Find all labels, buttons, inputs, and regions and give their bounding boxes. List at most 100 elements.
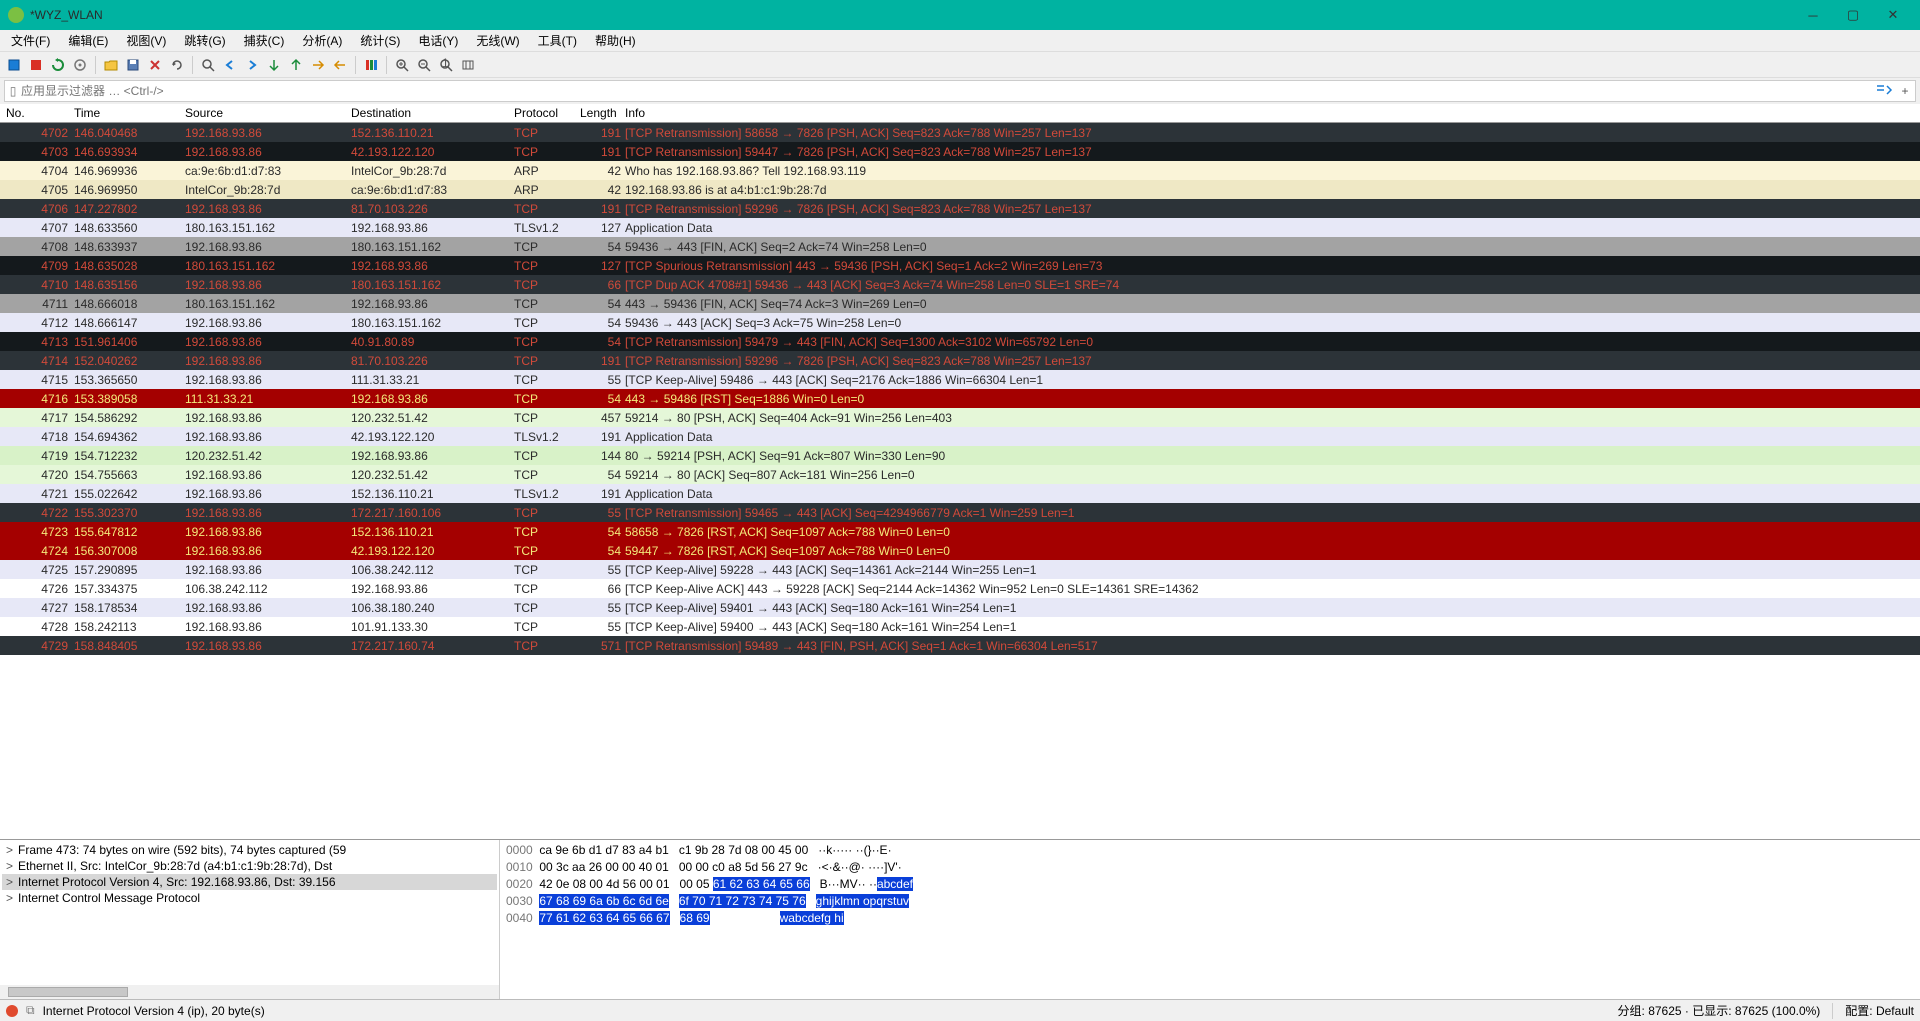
zoom-out-icon[interactable] (414, 55, 434, 75)
packet-row[interactable]: 4705146.969950IntelCor_9b:28:7dca:9e:6b:… (0, 180, 1920, 199)
col-header-source[interactable]: Source (185, 106, 351, 120)
stop-capture-icon[interactable] (26, 55, 46, 75)
titlebar: *WYZ_WLAN ─ ▢ ✕ (0, 0, 1920, 30)
expert-info-icon[interactable] (6, 1005, 18, 1017)
tree-line: >Internet Control Message Protocol (2, 890, 497, 906)
packet-row[interactable]: 4724156.307008192.168.93.8642.193.122.12… (0, 541, 1920, 560)
tree-line: >Frame 473: 74 bytes on wire (592 bits),… (2, 842, 497, 858)
close-button[interactable]: ✕ (1886, 8, 1900, 22)
packet-row[interactable]: 4707148.633560180.163.151.162192.168.93.… (0, 218, 1920, 237)
col-header-dest[interactable]: Destination (351, 106, 514, 120)
packet-row[interactable]: 4716153.389058111.31.33.21192.168.93.86T… (0, 389, 1920, 408)
packet-row[interactable]: 4723155.647812192.168.93.86152.136.110.2… (0, 522, 1920, 541)
packet-details-tree[interactable]: >Frame 473: 74 bytes on wire (592 bits),… (0, 840, 500, 999)
packet-row[interactable]: 4711148.666018180.163.151.162192.168.93.… (0, 294, 1920, 313)
tree-line: >Ethernet II, Src: IntelCor_9b:28:7d (a4… (2, 858, 497, 874)
packet-row[interactable]: 4720154.755663192.168.93.86120.232.51.42… (0, 465, 1920, 484)
menu-analyze[interactable]: 分析(A) (295, 30, 349, 51)
packet-row[interactable]: 4721155.022642192.168.93.86152.136.110.2… (0, 484, 1920, 503)
toolbar-sep (386, 56, 387, 74)
packet-row[interactable]: 4722155.302370192.168.93.86172.217.160.1… (0, 503, 1920, 522)
col-header-info[interactable]: Info (625, 106, 1920, 120)
start-capture-icon[interactable] (4, 55, 24, 75)
go-forward-icon[interactable] (242, 55, 262, 75)
col-header-length[interactable]: Length (580, 106, 625, 120)
toolbar-sep (95, 56, 96, 74)
packet-list[interactable]: 4702146.040468192.168.93.86152.136.110.2… (0, 123, 1920, 839)
minimize-button[interactable]: ─ (1806, 8, 1820, 22)
packet-row[interactable]: 4729158.848405192.168.93.86172.217.160.7… (0, 636, 1920, 655)
packet-row[interactable]: 4725157.290895192.168.93.86106.38.242.11… (0, 560, 1920, 579)
toolbar: 1 (0, 52, 1920, 78)
menu-file[interactable]: 文件(F) (4, 30, 57, 51)
packet-row[interactable]: 4728158.242113192.168.93.86101.91.133.30… (0, 617, 1920, 636)
menu-view[interactable]: 视图(V) (119, 30, 173, 51)
window-title: *WYZ_WLAN (30, 8, 1806, 22)
tree-horizontal-scrollbar[interactable] (0, 985, 499, 999)
filter-bookmark-icon[interactable]: ▯ (5, 84, 21, 98)
col-header-time[interactable]: Time (74, 106, 185, 120)
zoom-in-icon[interactable] (392, 55, 412, 75)
capture-options-icon[interactable] (70, 55, 90, 75)
go-last-icon[interactable] (308, 55, 328, 75)
packet-row[interactable]: 4715153.365650192.168.93.86111.31.33.21T… (0, 370, 1920, 389)
menu-statistics[interactable]: 统计(S) (353, 30, 407, 51)
packet-row[interactable]: 4727158.178534192.168.93.86106.38.180.24… (0, 598, 1920, 617)
menu-tools[interactable]: 工具(T) (531, 30, 584, 51)
packet-row[interactable]: 4709148.635028180.163.151.162192.168.93.… (0, 256, 1920, 275)
go-to-packet-icon[interactable] (264, 55, 284, 75)
packet-row[interactable]: 4708148.633937192.168.93.86180.163.151.1… (0, 237, 1920, 256)
tree-line-selected: >Internet Protocol Version 4, Src: 192.1… (2, 874, 497, 890)
packet-row[interactable]: 4719154.712232120.232.51.42192.168.93.86… (0, 446, 1920, 465)
maximize-button[interactable]: ▢ (1846, 8, 1860, 22)
find-icon[interactable] (198, 55, 218, 75)
status-profile[interactable]: 配置: Default (1845, 1002, 1914, 1019)
capture-file-properties-icon[interactable]: ⧉ (26, 1003, 35, 1018)
packet-row[interactable]: 4726157.334375106.38.242.112192.168.93.8… (0, 579, 1920, 598)
reload-icon[interactable] (167, 55, 187, 75)
filter-dropdown-icon[interactable] (1873, 84, 1895, 99)
menu-go[interactable]: 跳转(G) (177, 30, 232, 51)
packet-row[interactable]: 4713151.961406192.168.93.8640.91.80.89TC… (0, 332, 1920, 351)
go-first-icon[interactable] (286, 55, 306, 75)
statusbar: ⧉ Internet Protocol Version 4 (ip), 20 b… (0, 999, 1920, 1021)
packet-row[interactable]: 4706147.227802192.168.93.8681.70.103.226… (0, 199, 1920, 218)
toolbar-sep (355, 56, 356, 74)
auto-scroll-icon[interactable] (330, 55, 350, 75)
close-file-icon[interactable] (145, 55, 165, 75)
packet-list-header: No. Time Source Destination Protocol Len… (0, 104, 1920, 123)
menu-help[interactable]: 帮助(H) (588, 30, 643, 51)
packet-row[interactable]: 4704146.969936ca:9e:6b:d1:d7:83IntelCor_… (0, 161, 1920, 180)
svg-text:1: 1 (442, 58, 449, 70)
menu-telephony[interactable]: 电话(Y) (411, 30, 465, 51)
col-header-no[interactable]: No. (0, 106, 74, 120)
menubar: 文件(F) 编辑(E) 视图(V) 跳转(G) 捕获(C) 分析(A) 统计(S… (0, 30, 1920, 52)
packet-row[interactable]: 4703146.693934192.168.93.8642.193.122.12… (0, 142, 1920, 161)
packet-row[interactable]: 4717154.586292192.168.93.86120.232.51.42… (0, 408, 1920, 427)
save-file-icon[interactable] (123, 55, 143, 75)
restart-capture-icon[interactable] (48, 55, 68, 75)
menu-wireless[interactable]: 无线(W) (469, 30, 526, 51)
app-icon (8, 7, 24, 23)
menu-capture[interactable]: 捕获(C) (237, 30, 292, 51)
menu-edit[interactable]: 编辑(E) (61, 30, 115, 51)
resize-columns-icon[interactable] (458, 55, 478, 75)
filter-bar: ▯ + (4, 80, 1916, 102)
packet-row[interactable]: 4702146.040468192.168.93.86152.136.110.2… (0, 123, 1920, 142)
packet-row[interactable]: 4710148.635156192.168.93.86180.163.151.1… (0, 275, 1920, 294)
filter-add-button[interactable]: + (1895, 84, 1915, 98)
go-back-icon[interactable] (220, 55, 240, 75)
toolbar-sep (192, 56, 193, 74)
status-left: Internet Protocol Version 4 (ip), 20 byt… (43, 1004, 265, 1018)
packet-row[interactable]: 4718154.694362192.168.93.8642.193.122.12… (0, 427, 1920, 446)
bottom-panes: >Frame 473: 74 bytes on wire (592 bits),… (0, 839, 1920, 999)
packet-bytes-hex[interactable]: 0000 ca 9e 6b d1 d7 83 a4 b1 c1 9b 28 7d… (500, 840, 1920, 999)
zoom-reset-icon[interactable]: 1 (436, 55, 456, 75)
colorize-icon[interactable] (361, 55, 381, 75)
open-file-icon[interactable] (101, 55, 121, 75)
display-filter-input[interactable] (21, 84, 1873, 98)
col-header-proto[interactable]: Protocol (514, 106, 580, 120)
status-packets: 分组: 87625 · 已显示: 87625 (100.0%) (1618, 1002, 1821, 1019)
packet-row[interactable]: 4714152.040262192.168.93.8681.70.103.226… (0, 351, 1920, 370)
packet-row[interactable]: 4712148.666147192.168.93.86180.163.151.1… (0, 313, 1920, 332)
